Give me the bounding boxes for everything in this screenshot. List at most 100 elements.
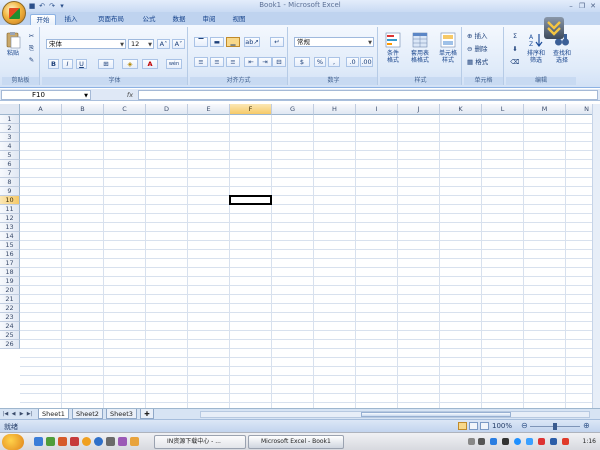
italic-button[interactable]: I — [62, 59, 73, 69]
first-sheet-icon[interactable]: |◀ — [2, 411, 9, 418]
cell-area[interactable] — [20, 115, 600, 408]
tab-formulas[interactable]: 公式 — [138, 14, 160, 25]
wrap-text-icon[interactable]: ↵ — [270, 37, 284, 47]
row-header-26[interactable]: 26 — [0, 340, 20, 349]
clear-icon[interactable]: ⌫ — [508, 57, 522, 67]
app-icon[interactable] — [70, 437, 79, 446]
zoom-in-icon[interactable]: ⊕ — [583, 421, 590, 430]
tab-review[interactable]: 审阅 — [198, 14, 220, 25]
tab-page-layout[interactable]: 页面布局 — [92, 14, 130, 25]
column-header-i[interactable]: I — [356, 104, 398, 115]
format-painter-icon[interactable]: ✎ — [26, 55, 37, 65]
align-right-icon[interactable]: ≡ — [226, 57, 240, 67]
row-header-16[interactable]: 16 — [0, 250, 20, 259]
name-box[interactable]: F10 ▼ — [1, 90, 91, 100]
font-size-combo[interactable]: 12 ▼ — [128, 39, 154, 49]
decrease-decimal-icon[interactable]: .00 — [360, 57, 373, 67]
horizontal-scrollbar[interactable] — [200, 411, 590, 418]
zoom-slider-thumb[interactable] — [553, 423, 557, 430]
task-download-center[interactable]: IN资源下载中心 - ... — [154, 435, 246, 449]
insert-sheet-icon[interactable]: ✚ — [140, 409, 154, 419]
row-header-21[interactable]: 21 — [0, 295, 20, 304]
next-sheet-icon[interactable]: ▶ — [18, 411, 25, 418]
active-cell[interactable] — [229, 195, 272, 205]
font-name-combo[interactable]: 宋体 ▼ — [46, 39, 126, 49]
tray-icon[interactable] — [538, 438, 545, 445]
tray-icon[interactable] — [478, 438, 485, 445]
row-header-6[interactable]: 6 — [0, 160, 20, 169]
zoom-out-icon[interactable]: ⊖ — [521, 421, 528, 430]
network-icon[interactable] — [514, 438, 521, 445]
delete-cells-button[interactable]: ⊖ 删除 — [466, 44, 502, 54]
column-header-k[interactable]: K — [440, 104, 482, 115]
vertical-scrollbar[interactable] — [592, 104, 600, 408]
borders-button[interactable]: ⊞ — [98, 59, 114, 69]
column-header-m[interactable]: M — [524, 104, 566, 115]
decrease-indent-icon[interactable]: ⇤ — [244, 57, 258, 67]
row-header-10[interactable]: 10 — [0, 196, 20, 205]
number-format-combo[interactable]: 常规 ▼ — [294, 37, 374, 47]
tray-icon[interactable] — [526, 438, 533, 445]
office-button[interactable] — [2, 1, 26, 25]
tool-icon[interactable] — [106, 437, 115, 446]
tray-icon[interactable] — [502, 438, 509, 445]
sheet-tab-2[interactable]: Sheet2 — [72, 409, 103, 419]
select-all-button[interactable] — [0, 104, 20, 115]
tab-insert[interactable]: 插入 — [60, 14, 82, 25]
font-color-button[interactable]: A — [142, 59, 158, 69]
row-header-2[interactable]: 2 — [0, 124, 20, 133]
column-header-e[interactable]: E — [188, 104, 230, 115]
row-header-5[interactable]: 5 — [0, 151, 20, 160]
increase-indent-icon[interactable]: ⇥ — [258, 57, 272, 67]
row-header-18[interactable]: 18 — [0, 268, 20, 277]
copy-icon[interactable]: ⎘ — [26, 43, 37, 53]
merge-center-icon[interactable]: ⊟ — [272, 57, 286, 67]
page-layout-view-button[interactable] — [469, 422, 478, 430]
tray-icon[interactable] — [550, 438, 557, 445]
row-header-11[interactable]: 11 — [0, 205, 20, 214]
insert-function-button[interactable]: fx — [124, 91, 136, 100]
fill-down-icon[interactable]: ⬇ — [508, 44, 522, 54]
cut-icon[interactable]: ✂ — [26, 31, 37, 41]
zoom-level[interactable]: 100% — [492, 422, 512, 430]
row-header-22[interactable]: 22 — [0, 304, 20, 313]
conditional-format-button[interactable]: 条件 格式 — [382, 31, 404, 64]
row-header-9[interactable]: 9 — [0, 187, 20, 196]
prev-sheet-icon[interactable]: ◀ — [10, 411, 17, 418]
orientation-icon[interactable]: ab↗ — [244, 37, 260, 47]
qq-icon[interactable] — [82, 437, 91, 446]
folder-icon[interactable] — [130, 437, 139, 446]
antivirus-icon[interactable] — [562, 438, 569, 445]
currency-button[interactable]: $ — [294, 57, 310, 67]
tray-icon[interactable] — [468, 438, 475, 445]
percent-button[interactable]: % — [314, 57, 326, 67]
row-header-15[interactable]: 15 — [0, 241, 20, 250]
start-button[interactable] — [2, 434, 24, 450]
row-header-8[interactable]: 8 — [0, 178, 20, 187]
normal-view-button[interactable] — [458, 422, 467, 430]
increase-decimal-icon[interactable]: .0 — [346, 57, 359, 67]
grow-font-button[interactable]: A˄ — [157, 39, 170, 49]
shrink-font-button[interactable]: A˅ — [172, 39, 185, 49]
column-header-a[interactable]: A — [20, 104, 62, 115]
media-icon[interactable] — [58, 437, 67, 446]
format-cells-button[interactable]: ▦ 格式 — [466, 57, 502, 67]
row-header-20[interactable]: 20 — [0, 286, 20, 295]
format-as-table-button[interactable]: 套用表 格格式 — [407, 31, 433, 64]
tab-data[interactable]: 数据 — [168, 14, 190, 25]
row-header-3[interactable]: 3 — [0, 133, 20, 142]
row-header-25[interactable]: 25 — [0, 331, 20, 340]
last-sheet-icon[interactable]: ▶| — [26, 411, 33, 418]
align-middle-icon[interactable]: ▬ — [210, 37, 224, 47]
cell-styles-button[interactable]: 单元格 样式 — [436, 31, 460, 64]
row-header-24[interactable]: 24 — [0, 322, 20, 331]
align-left-icon[interactable]: ≡ — [194, 57, 208, 67]
column-header-l[interactable]: L — [482, 104, 524, 115]
row-header-7[interactable]: 7 — [0, 169, 20, 178]
column-header-g[interactable]: G — [272, 104, 314, 115]
column-header-j[interactable]: J — [398, 104, 440, 115]
tab-home[interactable]: 开始 — [30, 14, 56, 25]
row-header-19[interactable]: 19 — [0, 277, 20, 286]
bold-button[interactable]: B — [48, 59, 59, 69]
sheet-tab-1[interactable]: Sheet1 — [38, 409, 69, 419]
